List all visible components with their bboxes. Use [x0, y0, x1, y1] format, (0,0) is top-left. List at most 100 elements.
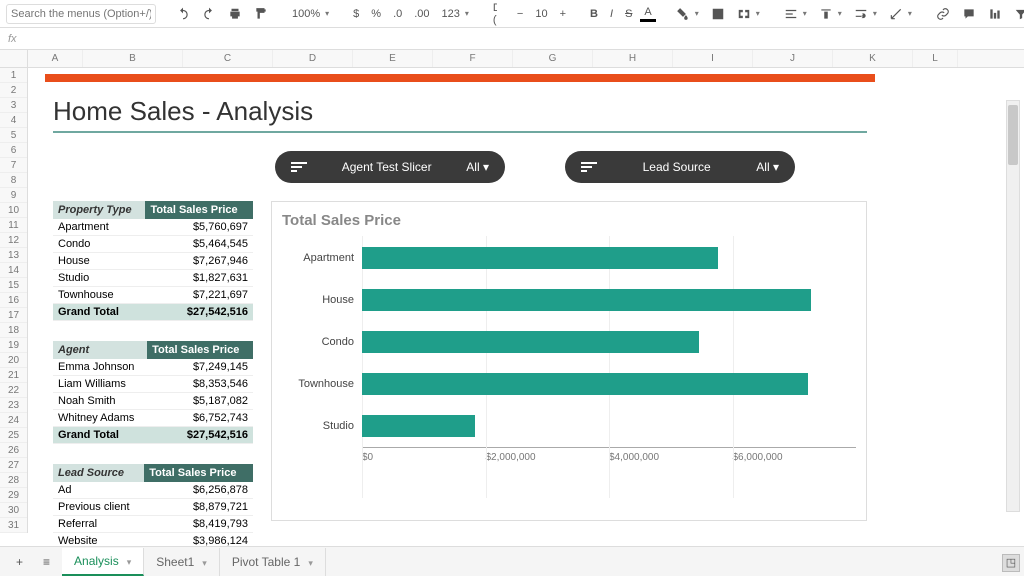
row-6[interactable]: 6	[0, 143, 27, 158]
chart-bar[interactable]	[362, 289, 811, 311]
pivot-table[interactable]: Lead SourceTotal Sales PriceAd$6,256,878…	[53, 464, 253, 550]
col-B[interactable]: B	[83, 50, 183, 67]
row-31[interactable]: 31	[0, 518, 27, 533]
pivot-row[interactable]: Previous client$8,879,721	[53, 499, 253, 516]
row-15[interactable]: 15	[0, 278, 27, 293]
menu-search-input[interactable]	[6, 4, 156, 24]
pivot-row[interactable]: Liam Williams$8,353,546	[53, 376, 253, 393]
row-23[interactable]: 23	[0, 398, 27, 413]
zoom-dropdown[interactable]: 100%	[288, 6, 333, 22]
comment-icon[interactable]	[958, 5, 980, 23]
row-30[interactable]: 30	[0, 503, 27, 518]
row-5[interactable]: 5	[0, 128, 27, 143]
row-13[interactable]: 13	[0, 248, 27, 263]
tab-menu-icon[interactable]	[123, 554, 132, 568]
col-L[interactable]: L	[913, 50, 958, 67]
paint-format-icon[interactable]	[250, 5, 272, 23]
col-E[interactable]: E	[353, 50, 433, 67]
merge-button[interactable]	[733, 5, 764, 23]
row-27[interactable]: 27	[0, 458, 27, 473]
col-H[interactable]: H	[593, 50, 673, 67]
wrap-button[interactable]	[850, 5, 881, 23]
print-icon[interactable]	[224, 5, 246, 23]
chart-bar[interactable]	[362, 373, 808, 395]
chart-icon[interactable]	[984, 5, 1006, 23]
halign-button[interactable]	[780, 5, 811, 23]
pivot-row[interactable]: Ad$6,256,878	[53, 482, 253, 499]
row-21[interactable]: 21	[0, 368, 27, 383]
slicer[interactable]: Agent Test SlicerAll ▾	[275, 151, 505, 183]
row-9[interactable]: 9	[0, 188, 27, 203]
undo-icon[interactable]	[172, 5, 194, 23]
col-I[interactable]: I	[673, 50, 753, 67]
pivot-row[interactable]: Emma Johnson$7,249,145	[53, 359, 253, 376]
row-7[interactable]: 7	[0, 158, 27, 173]
row-2[interactable]: 2	[0, 83, 27, 98]
redo-icon[interactable]	[198, 5, 220, 23]
slicer-value[interactable]: All ▾	[466, 160, 489, 174]
row-22[interactable]: 22	[0, 383, 27, 398]
pivot-row[interactable]: House$7,267,946	[53, 253, 253, 270]
row-8[interactable]: 8	[0, 173, 27, 188]
row-16[interactable]: 16	[0, 293, 27, 308]
slicer-value[interactable]: All ▾	[756, 160, 779, 174]
explore-button[interactable]: ◳	[1002, 554, 1020, 572]
pivot-row[interactable]: Condo$5,464,545	[53, 236, 253, 253]
increase-decimal-button[interactable]: .00	[410, 6, 433, 22]
col-K[interactable]: K	[833, 50, 913, 67]
pivot-row[interactable]: Townhouse$7,221,697	[53, 287, 253, 304]
italic-button[interactable]: I	[606, 6, 617, 22]
pivot-row[interactable]: Noah Smith$5,187,082	[53, 393, 253, 410]
row-4[interactable]: 4	[0, 113, 27, 128]
tab-menu-icon[interactable]	[198, 555, 207, 569]
link-icon[interactable]	[932, 5, 954, 23]
row-14[interactable]: 14	[0, 263, 27, 278]
fontsize-minus[interactable]: −	[513, 6, 527, 22]
currency-button[interactable]: $	[349, 6, 363, 22]
col-A[interactable]: A	[28, 50, 83, 67]
percent-button[interactable]: %	[367, 6, 385, 22]
row-25[interactable]: 25	[0, 428, 27, 443]
bold-button[interactable]: B	[586, 6, 602, 22]
pivot-row[interactable]: Apartment$5,760,697	[53, 219, 253, 236]
sheet-tab[interactable]: Pivot Table 1	[220, 548, 326, 576]
pivot-table[interactable]: AgentTotal Sales PriceEmma Johnson$7,249…	[53, 341, 253, 444]
fontsize-value[interactable]: 10	[531, 6, 551, 22]
row-11[interactable]: 11	[0, 218, 27, 233]
row-3[interactable]: 3	[0, 98, 27, 113]
sheet-tab[interactable]: Sheet1	[144, 548, 220, 576]
row-18[interactable]: 18	[0, 323, 27, 338]
row-28[interactable]: 28	[0, 473, 27, 488]
row-20[interactable]: 20	[0, 353, 27, 368]
col-C[interactable]: C	[183, 50, 273, 67]
text-color-button[interactable]: A	[640, 5, 655, 22]
col-G[interactable]: G	[513, 50, 593, 67]
fontsize-plus[interactable]: +	[556, 6, 570, 22]
font-dropdown[interactable]: Default (Ve...	[489, 0, 497, 28]
pivot-table[interactable]: Property TypeTotal Sales PriceApartment$…	[53, 201, 253, 321]
row-12[interactable]: 12	[0, 233, 27, 248]
valign-button[interactable]	[815, 5, 846, 23]
col-J[interactable]: J	[753, 50, 833, 67]
row-10[interactable]: 10	[0, 203, 27, 218]
chart-bar[interactable]	[362, 247, 718, 269]
rotate-button[interactable]	[885, 5, 916, 23]
borders-button[interactable]	[707, 5, 729, 23]
number-format-dropdown[interactable]: 123	[438, 6, 473, 22]
row-17[interactable]: 17	[0, 308, 27, 323]
slicer[interactable]: Lead SourceAll ▾	[565, 151, 795, 183]
strike-button[interactable]: S	[621, 6, 636, 22]
row-1[interactable]: 1	[0, 68, 27, 83]
select-all-corner[interactable]	[0, 50, 28, 67]
fill-color-button[interactable]	[672, 5, 703, 23]
chart-bar[interactable]	[362, 331, 699, 353]
add-sheet-button[interactable]: +	[8, 551, 31, 573]
tab-menu-icon[interactable]	[304, 555, 313, 569]
pivot-row[interactable]: Studio$1,827,631	[53, 270, 253, 287]
pivot-row[interactable]: Whitney Adams$6,752,743	[53, 410, 253, 427]
formula-bar[interactable]: fx	[0, 28, 1024, 50]
filter-icon[interactable]	[1010, 5, 1024, 23]
all-sheets-button[interactable]: ≡	[35, 551, 58, 573]
row-24[interactable]: 24	[0, 413, 27, 428]
decrease-decimal-button[interactable]: .0	[389, 6, 406, 22]
